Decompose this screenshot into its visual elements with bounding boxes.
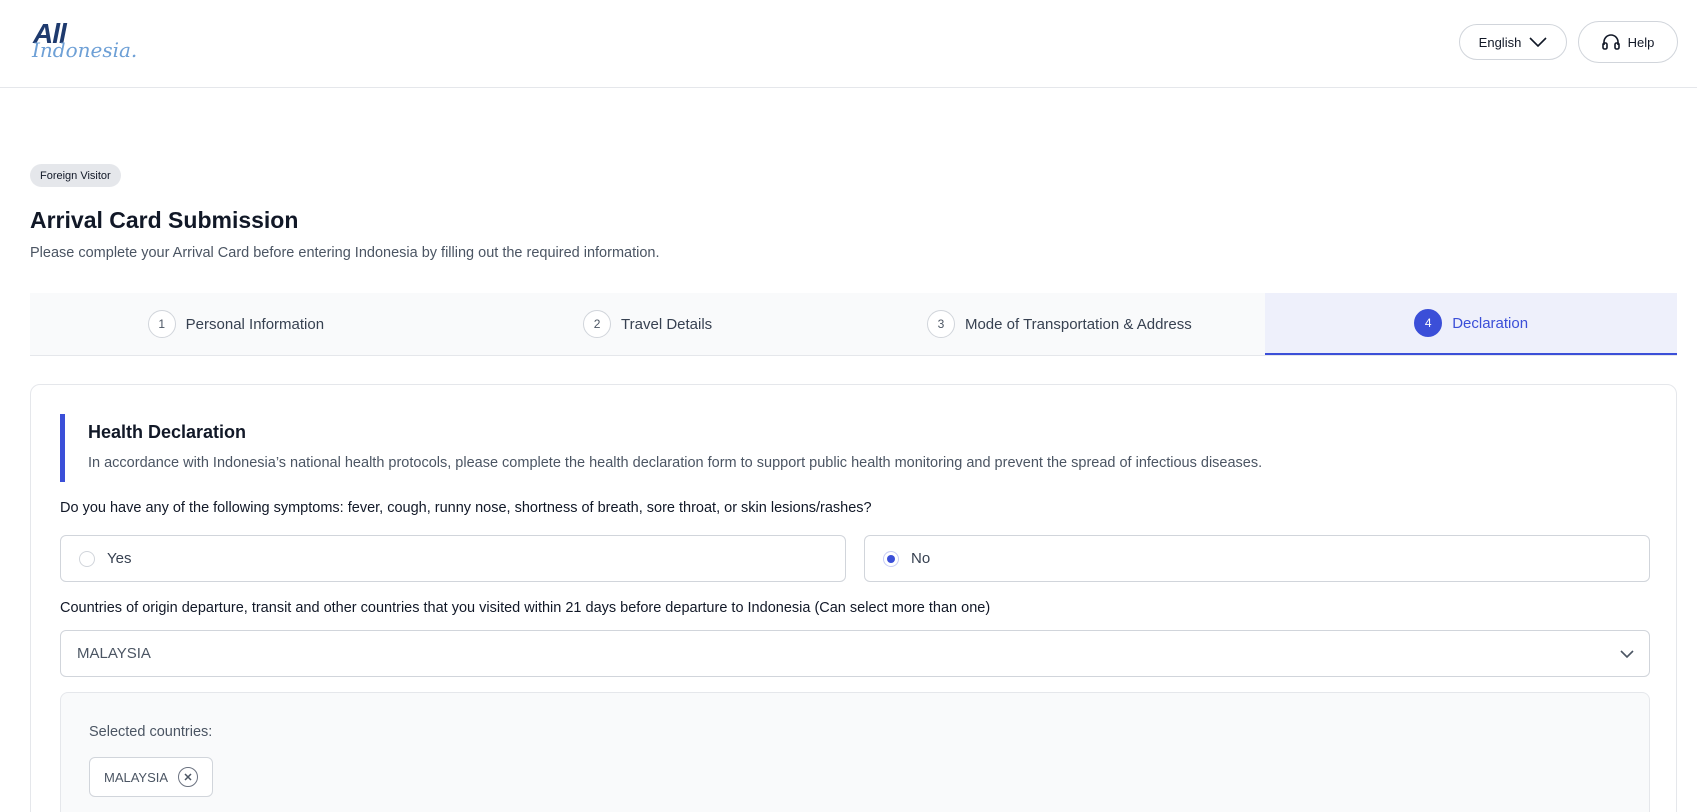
logo-text-indonesia: Indonesia. [32, 38, 138, 62]
close-icon [184, 773, 192, 781]
chevron-down-icon [1620, 650, 1634, 659]
step-travel-details[interactable]: 2 Travel Details [442, 293, 854, 355]
all-indonesia-logo[interactable]: All Indonesia. [30, 18, 140, 62]
step-label: Travel Details [621, 315, 713, 333]
help-button[interactable]: Help [1578, 21, 1678, 63]
step-label: Declaration [1452, 314, 1529, 332]
step-number: 4 [1414, 309, 1443, 337]
country-chip: MALAYSIA [89, 757, 214, 797]
radio-circle[interactable] [79, 550, 95, 567]
step-number: 3 [926, 310, 955, 338]
help-label: Help [1627, 34, 1655, 50]
step-number: 1 [147, 310, 176, 338]
countries-select[interactable]: MALAYSIA [60, 630, 1650, 677]
radio-label: Yes [107, 550, 132, 567]
headset-icon [1601, 34, 1620, 50]
remove-chip-button[interactable] [178, 767, 199, 787]
radio-option-yes[interactable]: Yes [60, 535, 846, 582]
radio-circle-checked[interactable] [883, 550, 899, 567]
chip-label: MALAYSIA [104, 769, 169, 785]
section-header: Health Declaration In accordance with In… [60, 414, 1460, 482]
step-personal-information[interactable]: 1 Personal Information [30, 293, 442, 355]
section-description: In accordance with Indonesia’s national … [88, 455, 1263, 471]
page-title: Arrival Card Submission [30, 207, 299, 233]
language-selector[interactable]: English [1459, 24, 1567, 60]
step-number: 2 [583, 310, 612, 338]
selected-countries-label: Selected countries: [89, 724, 213, 740]
countries-select-value: MALAYSIA [77, 645, 151, 662]
page-subtitle: Please complete your Arrival Card before… [30, 245, 660, 261]
step-label: Personal Information [185, 315, 325, 333]
countries-question: Countries of origin departure, transit a… [60, 600, 991, 616]
symptoms-question: Do you have any of the following symptom… [60, 500, 872, 516]
chevron-down-icon [1529, 37, 1547, 47]
form-stepper: 1 Personal Information 2 Travel Details … [30, 293, 1677, 356]
step-label: Mode of Transportation & Address [964, 315, 1192, 333]
step-declaration[interactable]: 4 Declaration [1265, 293, 1677, 355]
top-header: All Indonesia. English Help [0, 0, 1697, 88]
selected-countries-panel: Selected countries: MALAYSIA [60, 692, 1650, 812]
step-mode-of-transportation[interactable]: 3 Mode of Transportation & Address [854, 293, 1266, 355]
section-title: Health Declaration [88, 422, 247, 442]
radio-option-no[interactable]: No [864, 535, 1650, 582]
radio-label: No [911, 550, 931, 567]
visitor-type-badge: Foreign Visitor [30, 164, 121, 187]
health-declaration-card: Health Declaration In accordance with In… [30, 384, 1677, 812]
language-label: English [1478, 34, 1522, 50]
